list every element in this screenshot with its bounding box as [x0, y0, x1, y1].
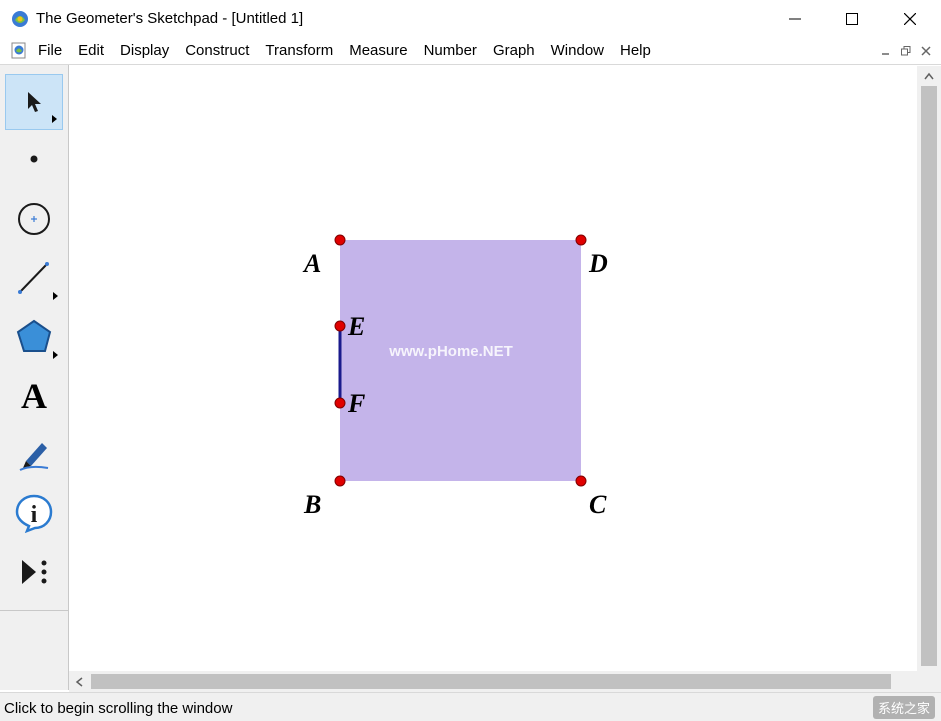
menu-transform[interactable]: Transform — [257, 38, 341, 64]
watermark-text: www.pHome.NET — [388, 343, 513, 360]
point-icon — [30, 155, 38, 163]
maximize-button[interactable] — [823, 0, 881, 38]
toolbox: A i — [0, 65, 69, 690]
menu-items: File Edit Display Construct Transform Me… — [30, 38, 659, 64]
menu-bar: File Edit Display Construct Transform Me… — [0, 38, 941, 65]
segment-icon — [18, 262, 49, 294]
minimize-icon — [882, 53, 889, 55]
label-d[interactable]: D — [588, 249, 608, 278]
text-tool[interactable]: A — [5, 368, 63, 424]
tool-options-arrow-icon — [53, 292, 58, 300]
text-icon: A — [21, 376, 47, 416]
polygon-tool[interactable] — [5, 309, 63, 365]
status-text: Click to begin scrolling the window — [4, 700, 233, 717]
label-a[interactable]: A — [302, 249, 321, 278]
point-f[interactable] — [334, 397, 346, 409]
menu-graph[interactable]: Graph — [485, 38, 543, 64]
tool-options-arrow-icon — [53, 351, 58, 359]
scroll-left-icon[interactable] — [75, 677, 83, 687]
sketch-drawing[interactable]: A D B C E F www.pHome.NET — [69, 66, 917, 671]
sketchpad-app-icon — [12, 11, 28, 27]
label-c[interactable]: C — [589, 490, 607, 519]
scroll-up-icon[interactable] — [924, 72, 934, 80]
window-title: The Geometer's Sketchpad - [Untitled 1] — [36, 10, 304, 27]
info-icon: i — [15, 494, 53, 533]
menu-measure[interactable]: Measure — [341, 38, 415, 64]
point-c[interactable] — [575, 475, 587, 487]
label-f[interactable]: F — [347, 389, 365, 418]
toolbox-divider — [0, 610, 68, 611]
menu-number[interactable]: Number — [416, 38, 485, 64]
menu-edit[interactable]: Edit — [70, 38, 112, 64]
straightedge-tool[interactable] — [5, 250, 63, 306]
point-d[interactable] — [575, 234, 587, 246]
polygon-icon — [16, 319, 52, 352]
label-b[interactable]: B — [303, 490, 321, 519]
status-bar: Click to begin scrolling the window 系统之家 — [0, 692, 941, 721]
menu-window[interactable]: Window — [543, 38, 612, 64]
point-b[interactable] — [334, 475, 346, 487]
menu-display[interactable]: Display — [112, 38, 177, 64]
horizontal-scroll-thumb[interactable] — [91, 674, 891, 689]
horizontal-scrollbar[interactable] — [69, 671, 941, 692]
square-polygon-abcd[interactable] — [340, 240, 581, 481]
selection-arrow-tool[interactable] — [5, 74, 63, 130]
corner-watermark: 系统之家 — [872, 696, 935, 719]
doc-minimize-button[interactable] — [877, 43, 895, 59]
maximize-icon — [846, 13, 858, 25]
tool-options-arrow-icon — [52, 115, 57, 123]
document-icon[interactable] — [11, 42, 27, 59]
minimize-icon — [789, 18, 801, 20]
minimize-button[interactable] — [766, 0, 824, 38]
title-bar: The Geometer's Sketchpad - [Untitled 1] — [0, 0, 941, 38]
menu-construct[interactable]: Construct — [177, 38, 257, 64]
document-window-controls — [877, 43, 935, 59]
close-button[interactable] — [881, 0, 939, 38]
marker-icon — [19, 443, 49, 471]
menu-file[interactable]: File — [30, 38, 70, 64]
info-glyph: i — [31, 502, 38, 528]
doc-restore-button[interactable] — [897, 43, 915, 59]
menu-help[interactable]: Help — [612, 38, 659, 64]
compass-tool[interactable] — [5, 191, 63, 247]
restore-icon — [901, 46, 911, 56]
arrow-icon — [28, 92, 41, 112]
information-tool[interactable]: i — [5, 485, 63, 541]
vertical-scrollbar[interactable] — [917, 66, 941, 671]
marker-tool[interactable] — [5, 427, 63, 483]
circle-icon — [18, 203, 50, 235]
close-icon — [904, 13, 916, 25]
point-a[interactable] — [334, 234, 346, 246]
close-icon — [921, 46, 931, 56]
custom-tool-icon — [22, 560, 47, 584]
point-tool[interactable] — [5, 131, 63, 187]
doc-close-button[interactable] — [917, 43, 935, 59]
sketch-canvas[interactable]: A D B C E F www.pHome.NET — [69, 66, 917, 671]
vertical-scroll-thumb[interactable] — [921, 86, 937, 666]
custom-tool[interactable] — [5, 544, 63, 600]
label-e[interactable]: E — [347, 312, 365, 341]
point-e[interactable] — [334, 320, 346, 332]
